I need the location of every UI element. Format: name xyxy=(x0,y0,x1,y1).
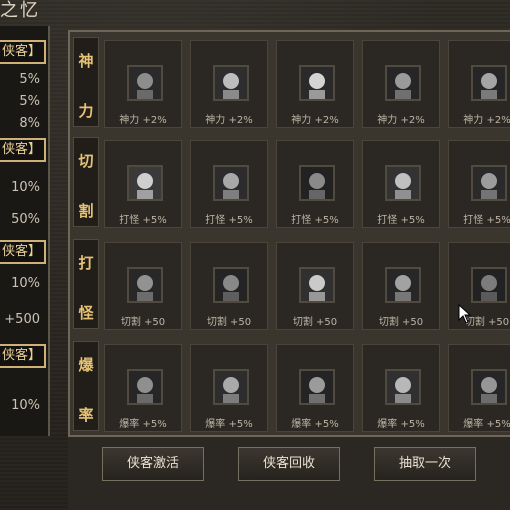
hero-portrait xyxy=(127,165,163,201)
hero-slot[interactable]: 神力 +2% xyxy=(362,40,440,128)
hero-portrait xyxy=(471,369,507,405)
hero-portrait xyxy=(299,369,335,405)
slot-bonus: 切割 +50 xyxy=(292,317,338,328)
slot-bonus: 打怪 +5% xyxy=(463,215,510,226)
slot-bonus: 神力 +2% xyxy=(463,115,510,126)
hero-slot[interactable]: 神力 +2% xyxy=(276,40,354,128)
row-label-char: 打 xyxy=(78,254,94,272)
window-title: 之忆 xyxy=(0,0,40,21)
row-label: 神 力 xyxy=(73,37,99,127)
attribute-value: 5% xyxy=(19,94,40,109)
slot-bonus: 爆率 +5% xyxy=(463,419,510,430)
slot-bonus: 爆率 +5% xyxy=(119,419,167,430)
slot-bonus: 爆率 +5% xyxy=(291,419,339,430)
hero-portrait xyxy=(471,165,507,201)
row-label: 打 怪 xyxy=(73,239,99,329)
draw-once-button[interactable]: 抽取一次 xyxy=(374,447,476,481)
hero-portrait xyxy=(299,267,335,303)
hero-portrait xyxy=(385,267,421,303)
row-label-char: 怪 xyxy=(78,304,94,322)
row-label: 爆 率 xyxy=(73,341,99,431)
hero-portrait xyxy=(385,65,421,101)
hero-portrait xyxy=(213,165,249,201)
hero-portrait xyxy=(213,65,249,101)
attribute-value: +500 xyxy=(4,312,40,327)
attribute-value: 10% xyxy=(11,398,40,413)
slot-bonus: 打怪 +5% xyxy=(291,215,339,226)
group-header: 侠客】 xyxy=(0,138,46,162)
hero-slot[interactable]: 切割 +50 xyxy=(276,242,354,330)
hero-slot[interactable]: 爆率 +5% xyxy=(190,344,268,432)
attribute-panel: 侠客】 5% 5% 8% 侠客】 10% 50% 侠客】 10% +500 侠客… xyxy=(0,26,50,436)
hero-portrait xyxy=(385,369,421,405)
group-header: 侠客】 xyxy=(0,40,46,64)
row-strength: 神 力 神力 +2% 神力 +2% 神力 +2% 神力 +2% 神力 +2% xyxy=(70,34,510,130)
hero-slot[interactable]: 打怪 +5% xyxy=(104,140,182,228)
hero-portrait xyxy=(299,165,335,201)
hero-slot[interactable]: 爆率 +5% xyxy=(448,344,510,432)
row-label-char: 神 xyxy=(78,52,94,70)
hero-slot[interactable]: 切割 +50 xyxy=(362,242,440,330)
row-label-char: 力 xyxy=(78,102,94,120)
slot-bonus: 打怪 +5% xyxy=(205,215,253,226)
attribute-value: 10% xyxy=(11,276,40,291)
slot-bonus: 神力 +2% xyxy=(291,115,339,126)
row-cutting: 切 割 打怪 +5% 打怪 +5% 打怪 +5% 打怪 +5% 打怪 +5% xyxy=(70,134,510,230)
action-bar: 侠客激活 侠客回收 抽取一次 xyxy=(68,437,510,510)
hero-grid: 神 力 神力 +2% 神力 +2% 神力 +2% 神力 +2% 神力 +2% 切… xyxy=(68,30,510,437)
hero-slot[interactable]: 打怪 +5% xyxy=(362,140,440,228)
attribute-value: 5% xyxy=(19,72,40,87)
slot-bonus: 爆率 +5% xyxy=(377,419,425,430)
row-label-char: 爆 xyxy=(78,356,94,374)
hero-portrait xyxy=(213,267,249,303)
row-monster: 打 怪 切割 +50 切割 +50 切割 +50 切割 +50 切割 +50 xyxy=(70,236,510,332)
group-header: 侠客】 xyxy=(0,344,46,368)
hero-slot[interactable]: 爆率 +5% xyxy=(276,344,354,432)
slot-bonus: 打怪 +5% xyxy=(119,215,167,226)
slot-bonus: 爆率 +5% xyxy=(205,419,253,430)
hero-slot[interactable]: 切割 +50 xyxy=(190,242,268,330)
attribute-value: 50% xyxy=(11,212,40,227)
row-label-char: 切 xyxy=(78,152,94,170)
hero-portrait xyxy=(299,65,335,101)
hero-slot[interactable]: 神力 +2% xyxy=(190,40,268,128)
hero-portrait xyxy=(127,369,163,405)
attribute-value: 8% xyxy=(19,116,40,131)
hero-portrait xyxy=(471,65,507,101)
slot-bonus: 切割 +50 xyxy=(120,317,166,328)
hero-portrait xyxy=(127,65,163,101)
group-header: 侠客】 xyxy=(0,240,46,264)
row-label-char: 割 xyxy=(78,202,94,220)
activate-hero-button[interactable]: 侠客激活 xyxy=(102,447,204,481)
mouse-cursor-icon xyxy=(458,303,472,328)
recycle-hero-button[interactable]: 侠客回收 xyxy=(238,447,340,481)
slot-bonus: 切割 +50 xyxy=(378,317,424,328)
slot-bonus: 神力 +2% xyxy=(205,115,253,126)
hero-slot[interactable]: 打怪 +5% xyxy=(448,140,510,228)
slot-bonus: 打怪 +5% xyxy=(377,215,425,226)
hero-slot[interactable]: 神力 +2% xyxy=(104,40,182,128)
row-label: 切 割 xyxy=(73,137,99,227)
hero-slot[interactable]: 爆率 +5% xyxy=(104,344,182,432)
slot-bonus: 切割 +50 xyxy=(206,317,252,328)
hero-slot[interactable]: 神力 +2% xyxy=(448,40,510,128)
hero-slot[interactable]: 打怪 +5% xyxy=(276,140,354,228)
row-label-char: 率 xyxy=(78,406,94,424)
slot-bonus: 神力 +2% xyxy=(119,115,167,126)
hero-slot[interactable]: 切割 +50 xyxy=(104,242,182,330)
slot-bonus: 神力 +2% xyxy=(377,115,425,126)
attribute-value: 10% xyxy=(11,180,40,195)
hero-portrait xyxy=(127,267,163,303)
hero-portrait xyxy=(213,369,249,405)
row-droprate: 爆 率 爆率 +5% 爆率 +5% 爆率 +5% 爆率 +5% 爆率 +5% xyxy=(70,338,510,434)
hero-slot[interactable]: 打怪 +5% xyxy=(190,140,268,228)
hero-portrait xyxy=(471,267,507,303)
hero-portrait xyxy=(385,165,421,201)
hero-slot[interactable]: 爆率 +5% xyxy=(362,344,440,432)
